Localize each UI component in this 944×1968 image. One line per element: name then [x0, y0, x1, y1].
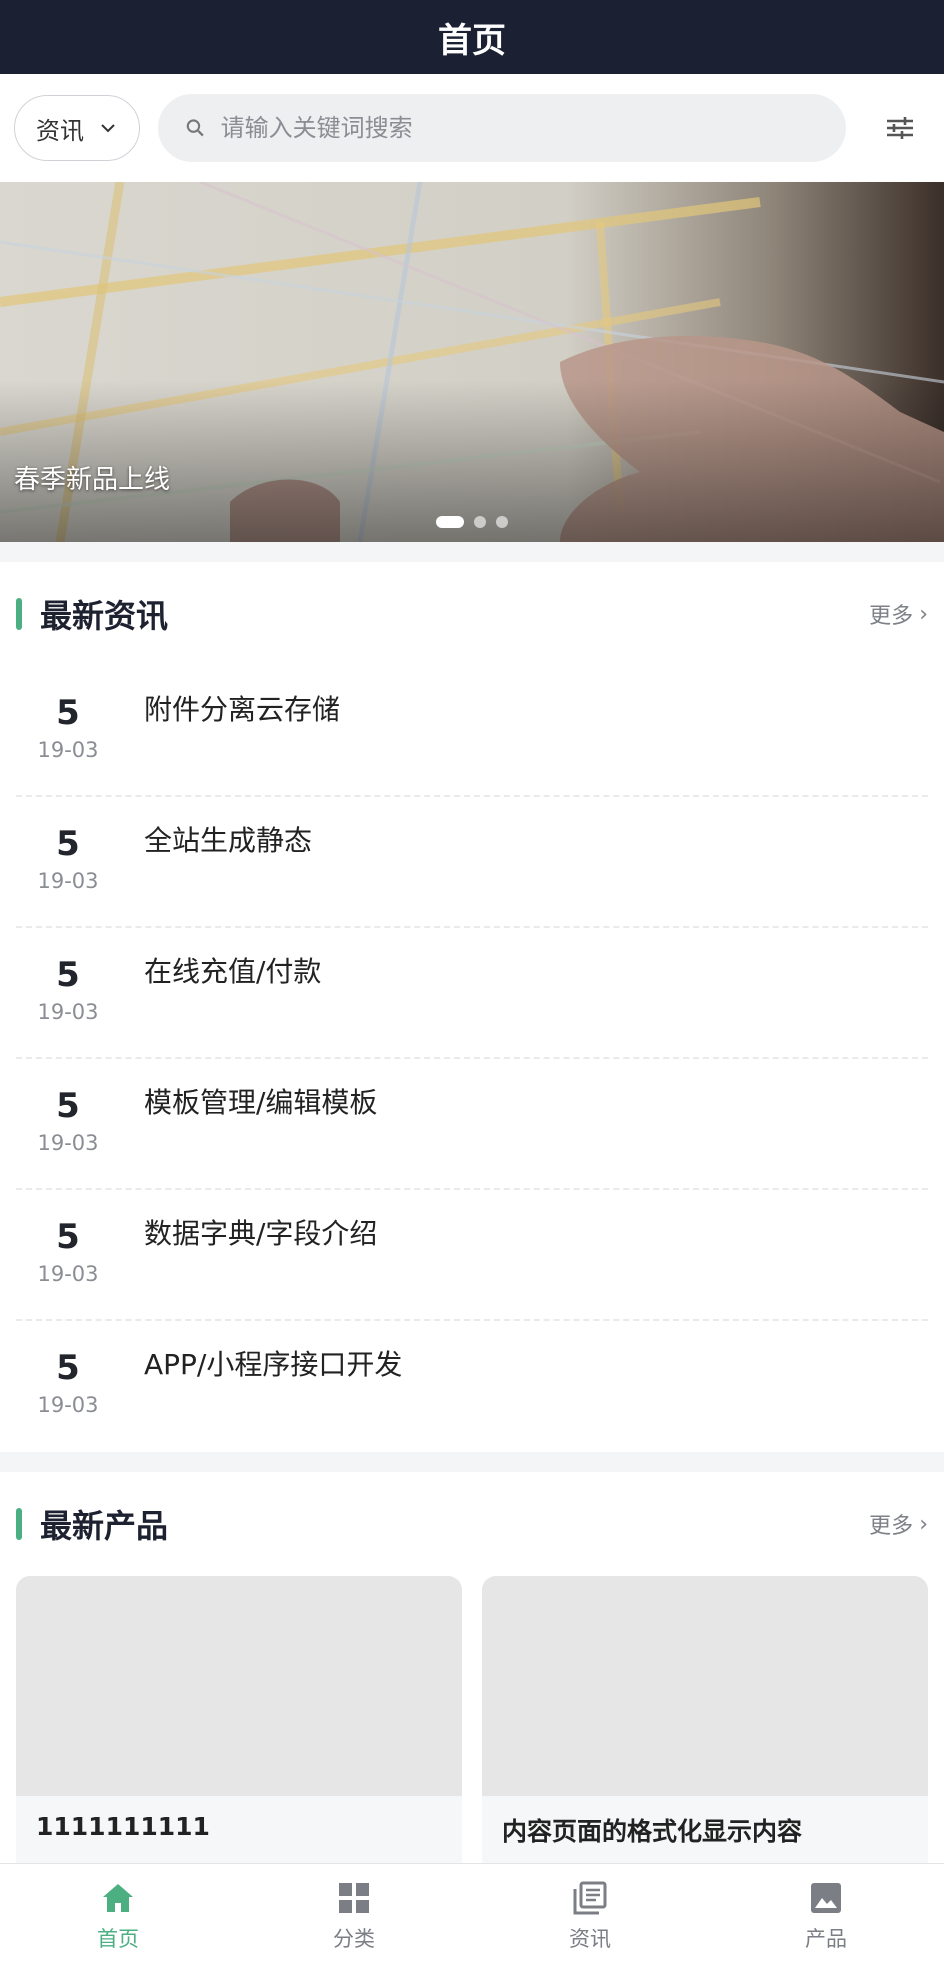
news-title: 在线充值/付款 — [144, 955, 322, 988]
page-title: 首页 — [438, 20, 506, 61]
page-header: 首页 — [0, 0, 944, 74]
news-year-month: 19-03 — [37, 1393, 99, 1417]
news-title: APP/小程序接口开发 — [144, 1348, 403, 1381]
news-title: 数据字典/字段介绍 — [144, 1217, 378, 1250]
product-grid: 1111111111 内容页面的格式化显示内容 — [16, 1576, 928, 1866]
news-date: 5 19-03 — [16, 1190, 120, 1319]
news-date: 5 19-03 — [16, 928, 120, 1057]
sliders-icon — [887, 117, 913, 139]
news-day: 5 — [56, 824, 80, 864]
product-title: 内容页面的格式化显示内容 — [502, 1817, 803, 1846]
chevron-right-icon: › — [919, 601, 928, 627]
tab-products[interactable]: 产品 — [708, 1864, 944, 1968]
banner-caption: 春季新品上线 — [14, 465, 171, 495]
news-title: 附件分离云存储 — [144, 693, 341, 726]
product-card[interactable]: 内容页面的格式化显示内容 — [482, 1576, 928, 1866]
news-day: 5 — [56, 1348, 80, 1388]
news-item[interactable]: 5 19-03 附件分离云存储 — [16, 666, 928, 797]
category-select-value: 资讯 — [36, 116, 84, 145]
products-section-title: 最新产品 — [16, 1501, 168, 1547]
products-section-title-text: 最新产品 — [40, 1507, 169, 1545]
news-title: 全站生成静态 — [144, 824, 313, 857]
more-label: 更多 — [869, 604, 914, 629]
search-icon — [186, 119, 204, 137]
news-year-month: 19-03 — [37, 738, 99, 762]
tab-label: 分类 — [333, 1927, 375, 1951]
carousel-indicator — [0, 516, 944, 528]
news-item[interactable]: 5 19-03 数据字典/字段介绍 — [16, 1190, 928, 1321]
title-accent-bar — [16, 598, 22, 630]
news-date: 5 19-03 — [16, 1321, 120, 1452]
news-day: 5 — [56, 955, 80, 995]
news-year-month: 19-03 — [37, 1000, 99, 1024]
search-box[interactable] — [158, 94, 846, 162]
tab-label: 产品 — [805, 1927, 847, 1951]
news-item[interactable]: 5 19-03 在线充值/付款 — [16, 928, 928, 1059]
products-more-link[interactable]: 更多 › — [869, 1508, 928, 1540]
image-icon — [811, 1883, 841, 1913]
carousel-dot[interactable] — [436, 516, 464, 528]
tab-home[interactable]: 首页 — [0, 1864, 236, 1968]
news-year-month: 19-03 — [37, 869, 99, 893]
news-item[interactable]: 5 19-03 APP/小程序接口开发 — [16, 1321, 928, 1452]
carousel-dot[interactable] — [496, 516, 508, 528]
news-year-month: 19-03 — [37, 1131, 99, 1155]
news-more-link[interactable]: 更多 › — [869, 598, 928, 630]
news-date: 5 19-03 — [16, 1059, 120, 1188]
bottom-tab-bar: 首页 分类 资讯 产品 — [0, 1863, 944, 1968]
search-input[interactable] — [220, 114, 846, 142]
news-section: 最新资讯 更多 › 5 19-03 附件分离云存储 5 19-03 全站生成静态… — [0, 562, 944, 1452]
chevron-down-icon — [101, 124, 115, 133]
chevron-right-icon: › — [919, 1511, 928, 1537]
tab-label: 资讯 — [569, 1927, 611, 1951]
news-day: 5 — [56, 693, 80, 733]
products-section: 最新产品 更多 › 1111111111 内容页面的格式化显示内容 — [0, 1472, 944, 1866]
products-section-header: 最新产品 更多 › — [16, 1472, 928, 1576]
home-icon — [103, 1884, 133, 1912]
news-item[interactable]: 5 19-03 全站生成静态 — [16, 797, 928, 928]
news-item[interactable]: 5 19-03 模板管理/编辑模板 — [16, 1059, 928, 1190]
news-section-title: 最新资讯 — [16, 591, 168, 637]
search-bar: 资讯 — [0, 74, 944, 182]
tab-category[interactable]: 分类 — [236, 1864, 472, 1968]
news-icon — [573, 1881, 607, 1915]
product-card[interactable]: 1111111111 — [16, 1576, 462, 1866]
product-image-placeholder — [482, 1576, 928, 1796]
news-year-month: 19-03 — [37, 1262, 99, 1286]
news-date: 5 19-03 — [16, 666, 120, 795]
product-image-placeholder — [16, 1576, 462, 1796]
grid-icon — [339, 1883, 369, 1913]
filter-button[interactable] — [870, 98, 930, 158]
news-day: 5 — [56, 1217, 80, 1257]
more-label: 更多 — [869, 1514, 914, 1539]
news-date: 5 19-03 — [16, 797, 120, 926]
news-title: 模板管理/编辑模板 — [144, 1086, 378, 1119]
carousel-dot[interactable] — [474, 516, 486, 528]
news-day: 5 — [56, 1086, 80, 1126]
product-title: 1111111111 — [36, 1812, 210, 1841]
title-accent-bar — [16, 1508, 22, 1540]
tab-news[interactable]: 资讯 — [472, 1864, 708, 1968]
tab-label: 首页 — [97, 1927, 139, 1951]
news-section-header: 最新资讯 更多 › — [16, 562, 928, 666]
category-select[interactable]: 资讯 — [14, 95, 140, 161]
news-section-title-text: 最新资讯 — [40, 597, 169, 635]
banner-carousel[interactable]: 春季新品上线 — [0, 182, 944, 542]
